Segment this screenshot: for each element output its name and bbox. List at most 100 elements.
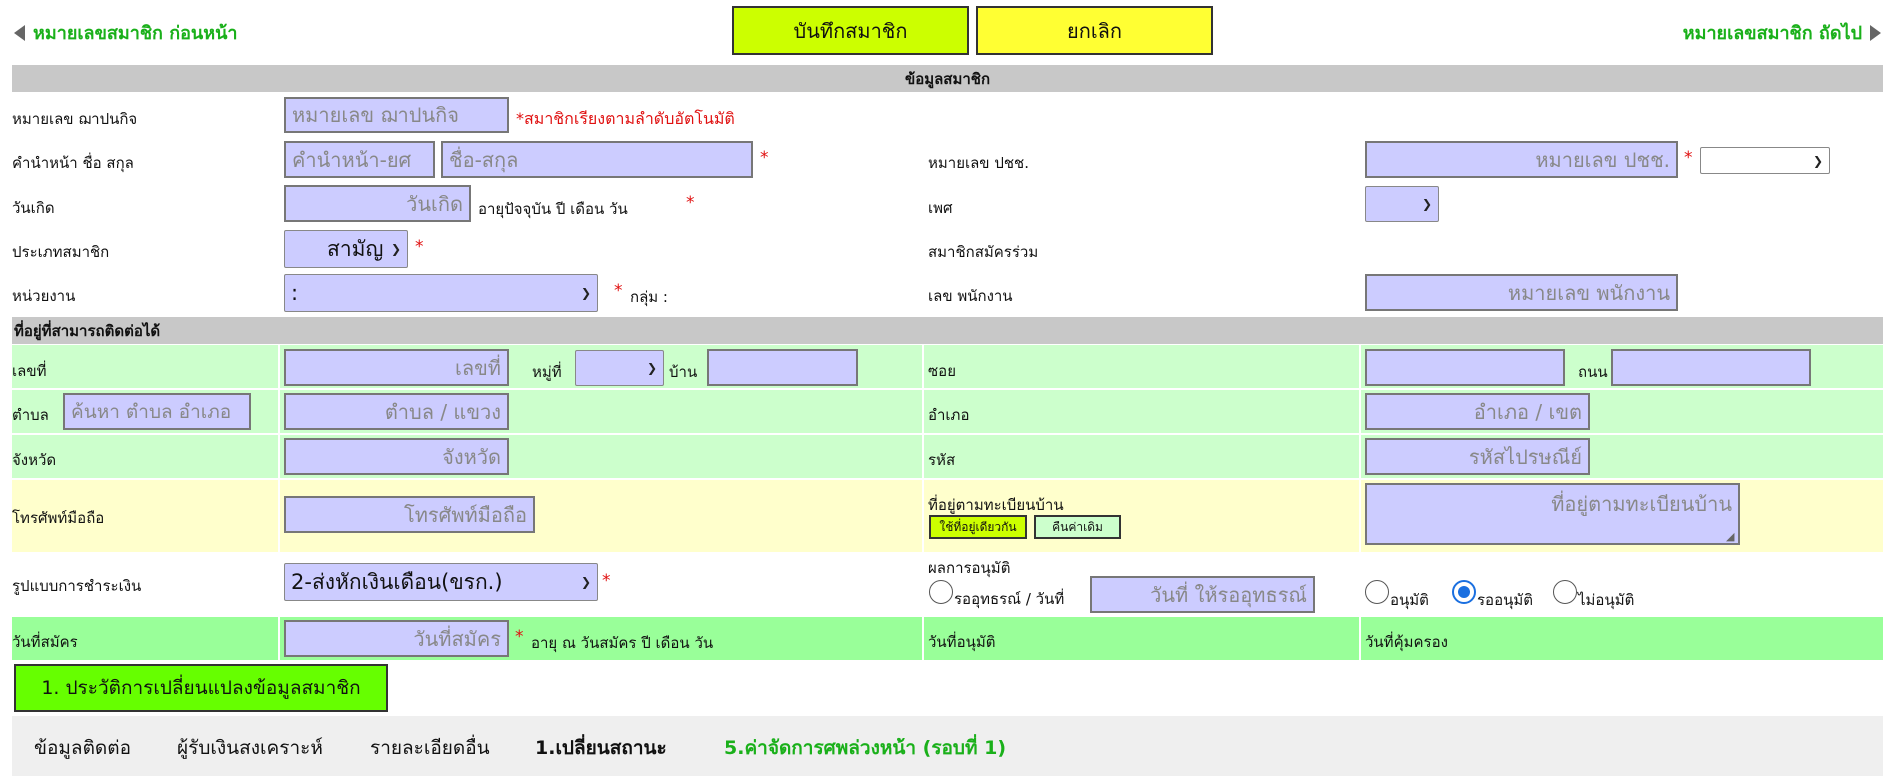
restore-button[interactable]: คืนค่าเดิม xyxy=(1034,515,1121,539)
tab-contact-info[interactable]: ข้อมูลติดต่อ xyxy=(34,733,131,763)
section-member-header: ข้อมูลสมาชิก xyxy=(12,65,1883,92)
arrow-left-icon xyxy=(14,24,25,41)
idcard-type-select[interactable]: ❯ xyxy=(1700,147,1830,174)
payment-label: รูปแบบการชำระเงิน xyxy=(12,577,142,595)
reject-radio[interactable] xyxy=(1553,580,1577,604)
required-mark: * xyxy=(686,193,695,213)
soi-input[interactable] xyxy=(1365,349,1565,386)
chevron-down-icon: ❯ xyxy=(390,242,401,256)
unit-select[interactable]: : ❯ xyxy=(284,274,598,312)
pending-radio[interactable] xyxy=(1452,580,1476,604)
payment-select[interactable]: 2-ส่งหักเงินเดือน(ขรก.) ❯ xyxy=(284,563,598,601)
member-type-select[interactable]: สามัญ ❯ xyxy=(284,230,408,268)
approve-radio[interactable] xyxy=(1365,580,1389,604)
mobile-input[interactable]: โทรศัพท์มือถือ xyxy=(284,496,535,533)
road-input[interactable] xyxy=(1611,349,1811,386)
pending-label: รออนุมัติ xyxy=(1477,591,1533,609)
arrow-right-icon xyxy=(1870,24,1881,41)
name-label: คำนำหน้า ชื่อ สกุล xyxy=(12,154,134,172)
fullname-input[interactable]: ชื่อ-สกุล xyxy=(441,141,753,178)
chevron-down-icon: ❯ xyxy=(1421,197,1432,211)
postcode-label: รหัส xyxy=(928,451,956,469)
tambon-input[interactable]: ตำบล / แขวง xyxy=(284,393,509,430)
approval-label: ผลการอนุมัติ xyxy=(928,559,1011,577)
chevron-down-icon: ❯ xyxy=(580,286,591,300)
idcard-label: หมายเลข ปชช. xyxy=(928,154,1029,172)
house-number-input[interactable]: เลขที่ xyxy=(284,349,509,386)
column-divider xyxy=(1359,617,1361,660)
required-mark: * xyxy=(1684,148,1693,168)
prev-member-label: หมายเลขสมาชิก ก่อนหน้า xyxy=(33,23,238,44)
road-label: ถนน xyxy=(1578,363,1608,381)
fapankit-note: *สมาชิกเรียงตามลำดับอัตโนมัติ xyxy=(516,109,735,128)
section-address-header: ที่อยู่ที่สามารถติดต่อได้ xyxy=(12,317,1883,344)
tambon-label: ตำบล xyxy=(12,406,49,424)
idcard-input[interactable]: หมายเลข ปชช. xyxy=(1365,141,1678,178)
moo-label: หมู่ที่ xyxy=(532,363,562,381)
column-divider xyxy=(922,345,924,552)
soi-label: ซอย xyxy=(928,362,956,380)
reject-label: ไม่อนุมัติ xyxy=(1578,591,1635,609)
same-address-button[interactable]: ใช้ที่อยู่เดียวกัน xyxy=(929,515,1027,539)
fapankit-label: หมายเลข ฌาปนกิจ xyxy=(12,110,138,128)
moo-select[interactable]: ❯ xyxy=(575,350,664,386)
employee-number-label: เลข พนักงาน xyxy=(928,287,1013,305)
appeal-radio[interactable] xyxy=(929,580,953,604)
current-age-text: อายุปัจจุบัน ปี เดือน วัน xyxy=(478,200,628,218)
tab-change-status[interactable]: 1.เปลี่ยนสถานะ xyxy=(535,733,667,763)
house-number-label: เลขที่ xyxy=(12,362,47,380)
apply-age-text: อายุ ณ วันสมัคร ปี เดือน วัน xyxy=(531,634,714,652)
amphoe-label: อำเภอ xyxy=(928,406,970,424)
gender-label: เพศ xyxy=(928,199,953,217)
group-label: กลุ่ม : xyxy=(630,288,668,306)
prev-member-link[interactable]: หมายเลขสมาชิก ก่อนหน้า xyxy=(14,18,238,47)
postcode-input[interactable]: รหัสไปรษณีย์ xyxy=(1365,438,1590,475)
apply-date-input[interactable]: วันที่สมัคร xyxy=(284,620,509,657)
apply-date-label: วันที่สมัคร xyxy=(12,633,78,651)
tab-other-details[interactable]: รายละเอียดอื่น xyxy=(370,733,490,763)
next-member-label: หมายเลขสมาชิก ถัดไป xyxy=(1682,23,1862,44)
required-mark: * xyxy=(515,627,524,647)
column-divider xyxy=(1359,345,1361,552)
chevron-down-icon: ❯ xyxy=(646,361,657,375)
member-type-value: สามัญ xyxy=(327,236,384,261)
member-type-label: ประเภทสมาชิก xyxy=(12,243,110,261)
approve-label: อนุมัติ xyxy=(1390,591,1429,609)
required-mark: * xyxy=(760,148,769,168)
reg-address-label: ที่อยู่ตามทะเบียนบ้าน xyxy=(928,496,1064,514)
unit-label: หน่วยงาน xyxy=(12,287,76,305)
tab-funeral-prepayment[interactable]: 5.ค่าจัดการศพล่วงหน้า (รอบที่ 1) xyxy=(724,733,1006,763)
required-mark: * xyxy=(602,571,611,591)
fapankit-input[interactable]: หมายเลข ฌาปนกิจ xyxy=(284,97,509,133)
resize-handle-icon[interactable]: ◢ xyxy=(1726,530,1734,543)
amphoe-input[interactable]: อำเภอ / เขต xyxy=(1365,393,1590,430)
unit-value: : xyxy=(291,281,299,305)
column-divider xyxy=(278,345,280,552)
required-mark: * xyxy=(614,281,623,301)
mobile-label: โทรศัพท์มือถือ xyxy=(12,509,105,527)
member-history-button[interactable]: 1. ประวัติการเปลี่ยนแปลงข้อมูลสมาชิก xyxy=(14,664,388,712)
next-member-link[interactable]: หมายเลขสมาชิก ถัดไป xyxy=(1683,18,1881,47)
province-input[interactable]: จังหวัด xyxy=(284,438,509,475)
tambon-search-input[interactable]: ค้นหา ตำบล อำเภอ xyxy=(63,393,251,430)
chevron-down-icon: ❯ xyxy=(580,575,591,589)
prefix-input[interactable]: คำนำหน้า-ยศ xyxy=(284,141,435,178)
required-mark: * xyxy=(415,237,424,257)
payment-value: 2-ส่งหักเงินเดือน(ขรก.) xyxy=(291,569,503,594)
co-member-label: สมาชิกสมัครร่วม xyxy=(928,243,1039,261)
village-input[interactable] xyxy=(707,349,858,386)
column-divider xyxy=(278,617,280,660)
village-label: บ้าน xyxy=(669,363,698,381)
save-member-button[interactable]: บันทึกสมาชิก xyxy=(732,6,969,55)
appeal-label: รออุทธรณ์ / วันที่ xyxy=(954,590,1065,608)
chevron-down-icon: ❯ xyxy=(1812,153,1823,168)
appeal-date-input[interactable]: วันที่ ให้รออุทธรณ์ xyxy=(1090,576,1315,613)
employee-number-input[interactable]: หมายเลข พนักงาน xyxy=(1365,274,1678,311)
tab-beneficiary[interactable]: ผู้รับเงินสงเคราะห์ xyxy=(177,733,323,763)
approved-date-label: วันที่อนุมัติ xyxy=(928,633,996,651)
reg-address-textarea[interactable]: ที่อยู่ตามทะเบียนบ้าน xyxy=(1365,483,1740,545)
birthdate-input[interactable]: วันเกิด xyxy=(284,185,471,222)
cancel-button[interactable]: ยกเลิก xyxy=(976,6,1213,55)
gender-select[interactable]: ❯ xyxy=(1365,186,1439,222)
province-label: จังหวัด xyxy=(12,451,57,469)
